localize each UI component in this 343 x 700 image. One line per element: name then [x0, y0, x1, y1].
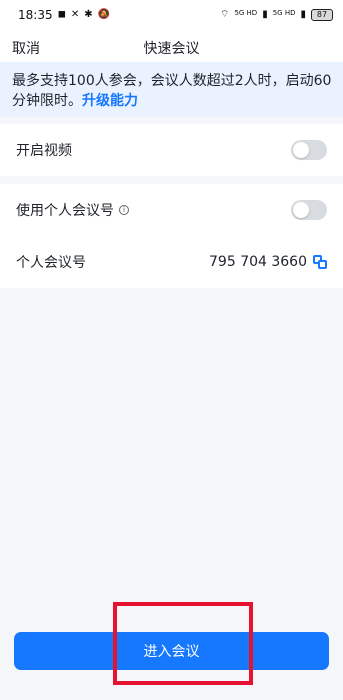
- status-time: 18:35: [18, 8, 53, 22]
- personal-meeting-id-value-wrap: 795 704 3660: [209, 254, 327, 270]
- quick-meeting-screen: 18:35 ◼ ✕ ✱ 🔕 ⌔ 5G HD ▮ 5G HD ▮ 87 取消 快速…: [0, 0, 343, 700]
- signal-label-1: 5G HD: [234, 8, 258, 17]
- personal-meeting-id-value: 795 704 3660: [209, 254, 307, 270]
- meeting-number-section: 使用个人会议号 i 个人会议号 795 704 3660: [0, 184, 343, 288]
- info-icon[interactable]: i: [119, 205, 129, 215]
- video-settings-section: 开启视频: [0, 124, 343, 176]
- status-bar: 18:35 ◼ ✕ ✱ 🔕 ⌔ 5G HD ▮ 5G HD ▮ 87: [0, 0, 343, 30]
- enter-meeting-button[interactable]: 进入会议: [14, 632, 329, 670]
- personal-meeting-id-row: 个人会议号 795 704 3660: [0, 236, 343, 288]
- personal-meeting-number-label-wrap: 使用个人会议号 i: [16, 200, 129, 220]
- signal-label-2: 5G HD: [272, 8, 296, 17]
- notice-text: 最多支持100人参会，会议人数超过2人时，启动60分钟限时。: [12, 73, 332, 109]
- navigation-bar: 取消 快速会议: [0, 30, 343, 62]
- copy-icon-front: [318, 260, 327, 269]
- personal-meeting-number-toggle-knob: [293, 202, 309, 218]
- meeting-limit-notice: 最多支持100人参会，会议人数超过2人时，启动60分钟限时。升级能力: [0, 62, 343, 117]
- personal-meeting-number-toggle[interactable]: [291, 200, 327, 220]
- copy-icon[interactable]: [313, 255, 327, 269]
- nfc-icon: ◼: [57, 9, 66, 20]
- personal-meeting-number-row: 使用个人会议号 i: [0, 184, 343, 236]
- page-title: 快速会议: [143, 41, 200, 57]
- status-left: 18:35 ◼ ✕ ✱ 🔕: [18, 8, 110, 22]
- vibrate-icon: ✕: [70, 9, 80, 20]
- status-right: ⌔ 5G HD ▮ 5G HD ▮ 87: [220, 9, 333, 21]
- personal-meeting-number-label: 使用个人会议号: [16, 203, 114, 219]
- bluetooth-icon: ✱: [84, 9, 93, 20]
- video-setting-label: 开启视频: [16, 143, 72, 159]
- video-setting-row: 开启视频: [0, 124, 343, 176]
- battery-icon: 87: [311, 9, 333, 21]
- signal-icon-1: ▮: [262, 9, 268, 20]
- wifi-icon: ⌔: [220, 9, 230, 20]
- video-toggle[interactable]: [291, 140, 327, 160]
- silent-icon: 🔕: [97, 9, 111, 20]
- signal-icon-2: ▮: [300, 9, 306, 20]
- video-toggle-knob: [293, 142, 309, 158]
- upgrade-link[interactable]: 升级能力: [82, 93, 138, 109]
- personal-meeting-id-label: 个人会议号: [16, 255, 86, 271]
